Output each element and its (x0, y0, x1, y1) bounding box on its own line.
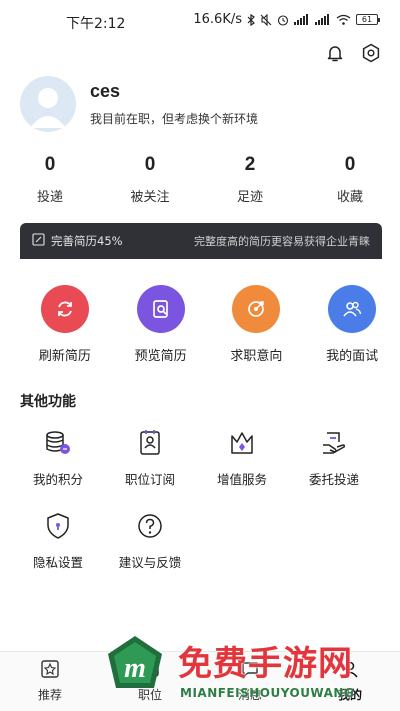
function-label: 建议与反馈 (118, 555, 182, 570)
functions-grid: 我的积分 职位订阅 增值服务 委托投递 隐私设置 建议与反馈 (12, 427, 388, 571)
action-label: 求职意向 (230, 349, 283, 364)
profile-section[interactable]: ces 我目前在职，但考虑换个新环境 (20, 76, 258, 132)
preview-resume-button[interactable]: 预览简历 (113, 285, 209, 364)
action-label: 预览简历 (134, 349, 187, 364)
resume-completion-text: 完善简历45% (51, 234, 123, 248)
stat-followed[interactable]: 0 被关注 (100, 154, 200, 205)
stat-favorites[interactable]: 0 收藏 (300, 154, 400, 205)
stat-label: 足迹 (236, 190, 263, 205)
resume-completion-banner[interactable]: 完善简历45% 完整度高的简历更容易获得企业青睐 (20, 223, 382, 259)
recommend-icon (39, 658, 61, 680)
points-icon (42, 427, 74, 459)
alarm-icon (277, 14, 289, 26)
stats-row: 0 投递 0 被关注 2 足迹 0 收藏 (0, 154, 400, 205)
nav-recommend[interactable]: 推荐 (0, 652, 100, 711)
nav-label: 职位 (137, 688, 162, 702)
stat-applied[interactable]: 0 投递 (0, 154, 100, 205)
stat-value: 2 (244, 154, 256, 175)
my-interviews-button[interactable]: 我的面试 (304, 285, 400, 364)
stat-label: 投递 (36, 190, 63, 205)
settings-icon[interactable] (360, 42, 382, 64)
refresh-resume-button[interactable]: 刷新简历 (17, 285, 113, 364)
subscribe-icon (134, 427, 166, 459)
nav-messages[interactable]: 消息 (200, 652, 300, 711)
people-icon (328, 285, 377, 333)
job-status: 我目前在职，但考虑换个新环境 (90, 112, 259, 126)
nav-label: 消息 (237, 688, 262, 702)
resume-completion-hint: 完整度高的简历更容易获得企业青睐 (194, 235, 370, 248)
shield-icon (42, 510, 74, 542)
nav-jobs[interactable]: 职位 (100, 652, 200, 711)
status-time: 下午2:12 (66, 16, 126, 32)
job-intention-button[interactable]: 求职意向 (209, 285, 305, 364)
status-bar: 下午2:12 16.6K/s 61 (0, 0, 400, 40)
crown-icon (226, 427, 258, 459)
stat-label: 被关注 (130, 190, 170, 205)
function-label: 委托投递 (308, 472, 359, 487)
wifi-icon (336, 14, 351, 25)
nav-me[interactable]: 我的 (300, 652, 400, 711)
delegate-icon (318, 427, 350, 459)
bottom-navigation: 推荐 职位 消息 我的 (0, 651, 400, 711)
header-actions (324, 42, 382, 64)
function-label: 隐私设置 (32, 555, 83, 570)
stat-label: 收藏 (336, 190, 363, 205)
value-added-services-button[interactable]: 增值服务 (196, 427, 288, 488)
stat-footprints[interactable]: 2 足迹 (200, 154, 300, 205)
function-label: 职位订阅 (124, 472, 175, 487)
job-icon (139, 658, 161, 680)
message-icon (239, 658, 261, 680)
refresh-icon (40, 285, 89, 333)
delegated-delivery-button[interactable]: 委托投递 (288, 427, 380, 488)
action-label: 我的面试 (326, 349, 379, 364)
preview-icon (136, 285, 185, 333)
mute-icon (260, 13, 272, 26)
feedback-button[interactable]: 建议与反馈 (104, 510, 196, 571)
edit-icon (32, 233, 45, 249)
stat-value: 0 (44, 154, 56, 175)
battery-icon: 61 (356, 14, 380, 25)
user-name: ces (90, 81, 121, 101)
my-points-button[interactable]: 我的积分 (12, 427, 104, 488)
nav-label: 我的 (337, 688, 362, 702)
status-indicators: 16.6K/s 61 (193, 12, 380, 27)
stat-value: 0 (144, 154, 156, 175)
stat-value: 0 (344, 154, 356, 175)
signal-icon (294, 14, 310, 25)
target-icon (232, 285, 281, 333)
me-icon (339, 658, 361, 680)
bluetooth-icon (247, 13, 255, 26)
question-icon (134, 510, 166, 542)
privacy-settings-button[interactable]: 隐私设置 (12, 510, 104, 571)
bell-icon[interactable] (324, 42, 346, 64)
action-label: 刷新简历 (38, 349, 91, 364)
function-label: 增值服务 (216, 472, 267, 487)
job-subscription-button[interactable]: 职位订阅 (104, 427, 196, 488)
main-card: 刷新简历 预览简历 求职意向 我的面试 其他功能 我的积分 职位订阅 增值服务 … (0, 259, 400, 651)
signal-icon-2 (315, 14, 331, 25)
other-functions-title: 其他功能 (20, 394, 76, 410)
network-speed: 16.6K/s (193, 12, 242, 27)
avatar[interactable] (20, 76, 76, 132)
function-label: 我的积分 (32, 472, 83, 487)
nav-label: 推荐 (37, 688, 62, 702)
quick-actions: 刷新简历 预览简历 求职意向 我的面试 (0, 285, 400, 364)
